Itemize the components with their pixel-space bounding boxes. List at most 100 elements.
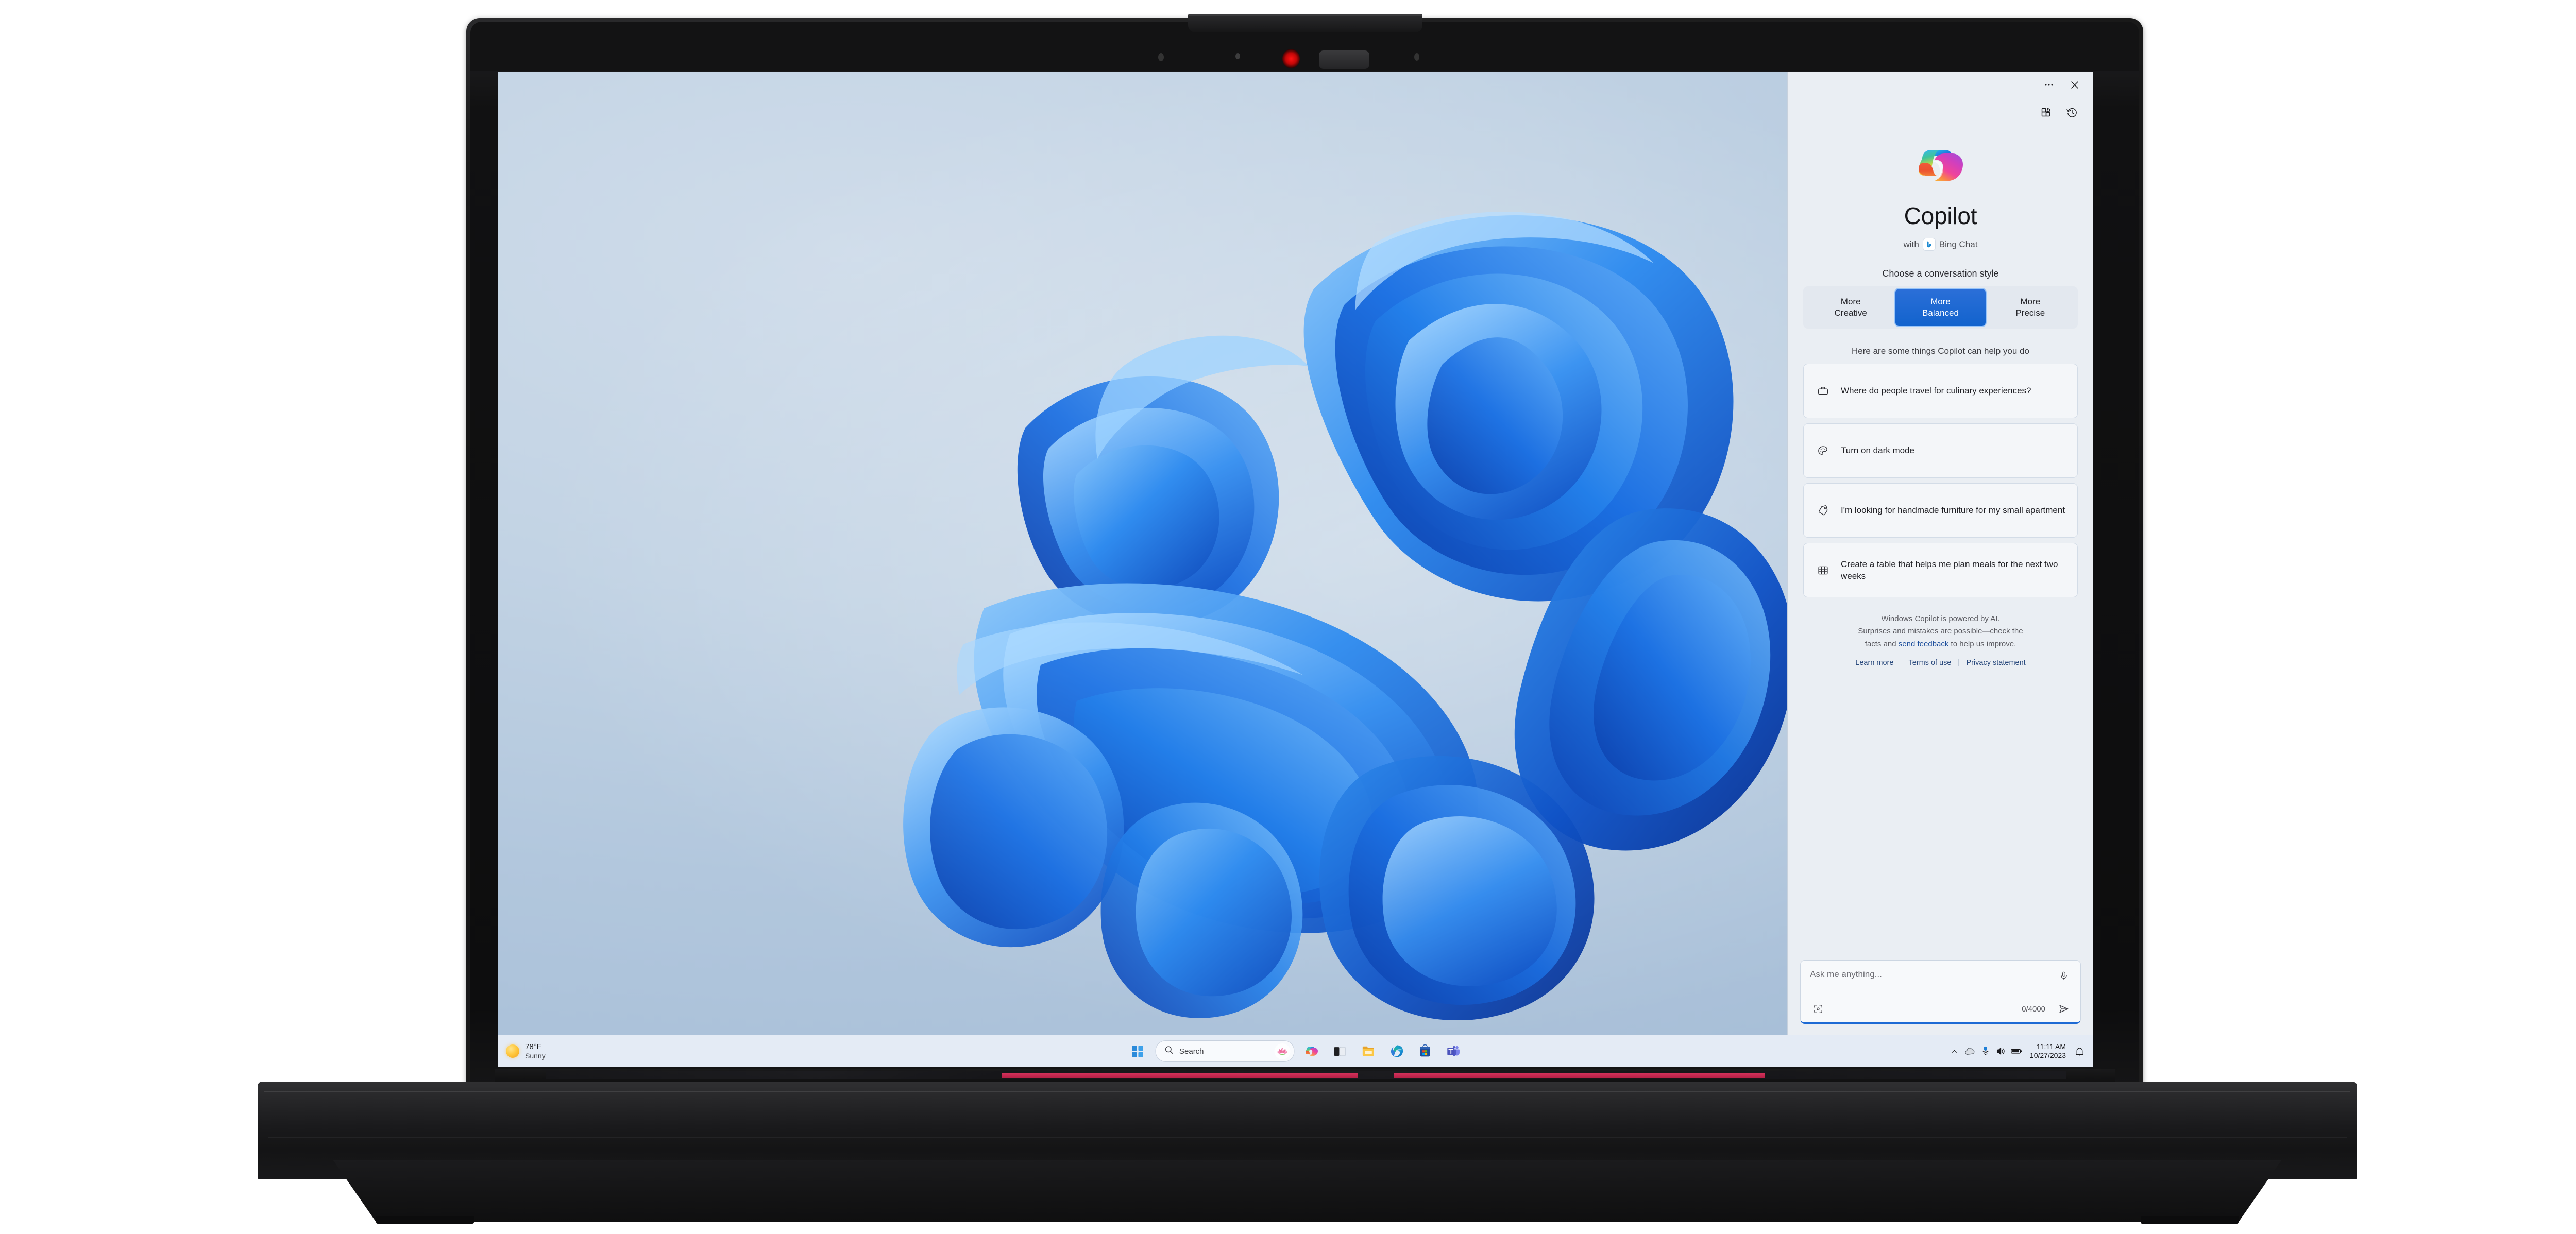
style-line1: More	[1840, 297, 1861, 307]
suggestion-text: Where do people travel for culinary expe…	[1841, 386, 2031, 396]
laptop-base-front	[333, 1160, 2282, 1222]
suggestion-card[interactable]: Where do people travel for culinary expe…	[1803, 364, 2078, 418]
wifi-icon[interactable]	[1978, 1035, 1993, 1067]
style-option-more-balanced[interactable]: More Balanced	[1895, 289, 1986, 326]
copilot-provider: with Bing Chat	[1903, 238, 1978, 251]
base-highlight	[264, 1091, 2350, 1092]
notch-seam	[1188, 14, 1422, 16]
privacy-statement-link[interactable]: Privacy statement	[1959, 659, 2032, 667]
weather-temperature: 78°F	[525, 1042, 541, 1051]
briefcase-icon	[1815, 385, 1831, 397]
style-line2: Precise	[2015, 308, 2045, 318]
close-button[interactable]	[2063, 76, 2086, 94]
character-counter: 0/4000	[2022, 1004, 2045, 1014]
laptop-screen: Copilot with Bing Chat Choose a conversa…	[498, 72, 2093, 1067]
clock-widget[interactable]: 11:11 AM 10/27/2023	[2024, 1042, 2072, 1060]
page-title: Copilot	[1904, 202, 1977, 229]
conversation-style-label: Choose a conversation style	[1882, 268, 1999, 279]
copilot-titlebar	[1788, 72, 2093, 98]
taskbar-app-file-explorer[interactable]	[1358, 1040, 1379, 1062]
disclaimer-line2c: to help us improve.	[1951, 639, 2016, 648]
style-line2: Balanced	[1922, 308, 1959, 318]
history-icon[interactable]	[2061, 103, 2083, 123]
ir-emitter-icon	[1282, 49, 1300, 68]
camera-privacy-shutter[interactable]	[1319, 50, 1369, 69]
style-option-more-precise[interactable]: More Precise	[1986, 289, 2075, 326]
taskbar-center-group: Search	[1127, 1040, 1464, 1062]
webcam-notch	[1188, 15, 1422, 32]
palette-icon	[1815, 445, 1831, 457]
composer-send-group: 0/4000	[2022, 1001, 2072, 1017]
suggestion-text: Create a table that helps me plan meals …	[1841, 559, 2058, 581]
base-highlight-lower	[268, 1137, 2347, 1138]
provider-name: Bing Chat	[1939, 239, 1978, 249]
windows-start-icon[interactable]	[1127, 1040, 1148, 1062]
bloom-wallpaper-artwork	[903, 212, 1794, 1020]
copilot-composer: Ask me anything... 0/4000	[1800, 960, 2081, 1024]
conversation-style-group: More Creative More Balanced More Precise	[1803, 286, 2078, 329]
suggestion-text: I'm looking for handmade furniture for m…	[1841, 505, 2065, 516]
red-accent-stripe	[1002, 1073, 1358, 1078]
table-grid-icon	[1815, 564, 1831, 576]
weather-text: 78°F Sunny	[525, 1042, 546, 1060]
battery-icon[interactable]	[2009, 1035, 2024, 1067]
weather-condition: Sunny	[525, 1051, 546, 1060]
microphone-icon[interactable]	[2056, 968, 2072, 984]
disclaimer-line2b: facts and	[1865, 639, 1896, 648]
suggestion-text: Turn on dark mode	[1841, 445, 1914, 456]
tag-icon	[1815, 505, 1831, 517]
ambient-sensor-icon	[1235, 53, 1240, 59]
suggestions-label: Here are some things Copilot can help yo…	[1852, 346, 2029, 356]
taskbar-app-copilot[interactable]	[1301, 1040, 1323, 1062]
provider-with-label: with	[1903, 239, 1919, 249]
chat-input[interactable]: Ask me anything...	[1810, 968, 2056, 980]
bing-icon	[1922, 238, 1936, 251]
weather-widget[interactable]: 78°F Sunny	[498, 1035, 553, 1067]
laptop-foot	[376, 1216, 474, 1224]
copilot-toolbar	[1788, 98, 2093, 128]
send-feedback-link[interactable]: send feedback	[1899, 640, 1949, 648]
disclaimer-line1: Windows Copilot is powered by AI.	[1881, 614, 2000, 623]
red-accent-stripe	[1394, 1073, 1765, 1078]
suggestions-list: Where do people travel for culinary expe…	[1803, 364, 2078, 597]
taskbar-app-edge[interactable]	[1386, 1040, 1408, 1062]
learn-more-link[interactable]: Learn more	[1848, 659, 1901, 667]
plugins-icon[interactable]	[2036, 103, 2057, 123]
style-option-more-creative[interactable]: More Creative	[1806, 289, 1895, 326]
microphone-hole-right-icon	[1414, 53, 1419, 61]
taskbar-app-task-view[interactable]	[1329, 1040, 1351, 1062]
taskbar-app-teams[interactable]	[1443, 1040, 1464, 1062]
cloud-icon[interactable]	[1962, 1035, 1978, 1067]
send-icon[interactable]	[2056, 1001, 2072, 1017]
visual-search-icon[interactable]	[1810, 1001, 1826, 1017]
more-options-button[interactable]	[2038, 76, 2060, 94]
suggestion-card[interactable]: Create a table that helps me plan meals …	[1803, 543, 2078, 597]
sun-icon	[506, 1044, 519, 1058]
lotus-icon[interactable]	[1274, 1043, 1290, 1059]
laptop-device: Copilot with Bing Chat Choose a conversa…	[0, 0, 2576, 1234]
search-placeholder: Search	[1179, 1047, 1204, 1056]
composer-input-row: Ask me anything...	[1810, 968, 2072, 998]
style-line1: More	[1930, 297, 1951, 307]
clock-date: 10/27/2023	[2029, 1051, 2066, 1059]
system-tray: 11:11 AM 10/27/2023	[1947, 1035, 2093, 1067]
terms-of-use-link[interactable]: Terms of use	[1901, 659, 1958, 667]
style-line2: Creative	[1834, 308, 1867, 318]
suggestion-card[interactable]: Turn on dark mode	[1803, 423, 2078, 478]
taskbar-app-store[interactable]	[1414, 1040, 1436, 1062]
laptop-foot	[2141, 1216, 2239, 1224]
search-input[interactable]: Search	[1155, 1040, 1294, 1062]
search-icon	[1164, 1045, 1174, 1057]
copilot-panel: Copilot with Bing Chat Choose a conversa…	[1787, 72, 2093, 1035]
bell-icon[interactable]	[2072, 1035, 2087, 1067]
ai-disclaimer: Windows Copilot is powered by AI. Surpri…	[1811, 613, 2070, 650]
chevron-up-icon[interactable]	[1947, 1035, 1962, 1067]
suggestion-card[interactable]: I'm looking for handmade furniture for m…	[1803, 483, 2078, 538]
speaker-icon[interactable]	[1993, 1035, 2009, 1067]
copilot-brand: Copilot with Bing Chat	[1788, 128, 2093, 251]
clock-time: 11:11 AM	[2036, 1042, 2066, 1051]
footer-links: Learn more Terms of use Privacy statemen…	[1788, 659, 2093, 667]
copilot-logo-icon	[1914, 139, 1968, 193]
microphone-hole-left-icon	[1158, 53, 1164, 61]
taskbar: 78°F Sunny Search 11:11 AM 10/27/2023	[498, 1035, 2093, 1067]
